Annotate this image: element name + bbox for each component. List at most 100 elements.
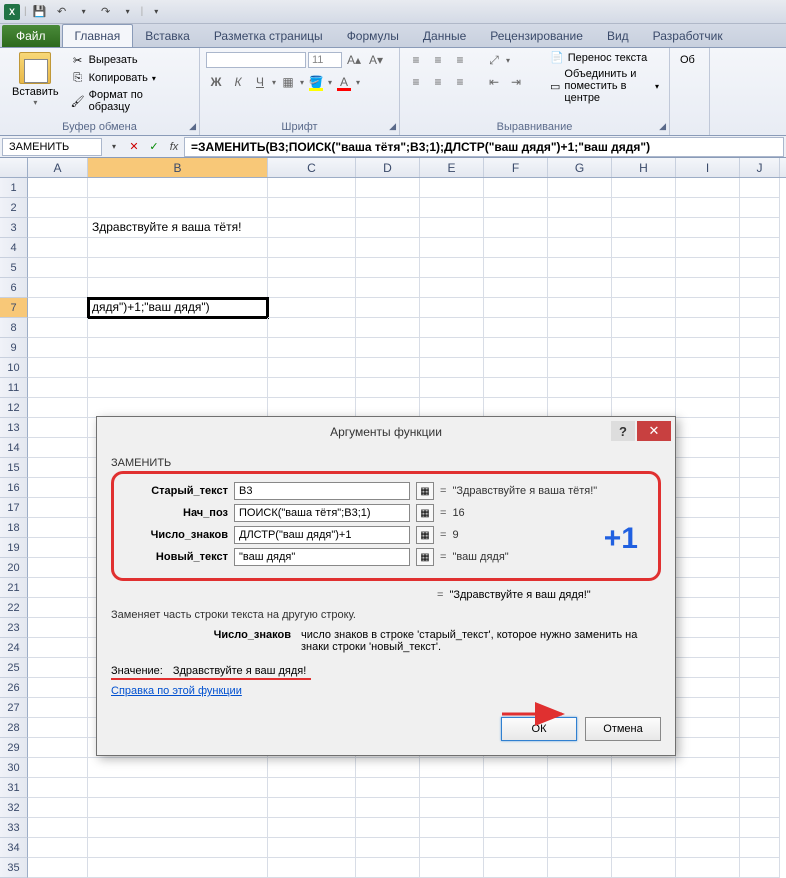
font-size-select[interactable] [308,52,342,68]
cell-A34[interactable] [28,838,88,858]
cell-E8[interactable] [420,318,484,338]
cell-C3[interactable] [268,218,356,238]
cell-A24[interactable] [28,638,88,658]
cell-C9[interactable] [268,338,356,358]
cell-J28[interactable] [740,718,780,738]
cell-B4[interactable] [88,238,268,258]
cell-J26[interactable] [740,678,780,698]
cell-B6[interactable] [88,278,268,298]
cell-C30[interactable] [268,758,356,778]
cell-J3[interactable] [740,218,780,238]
name-box[interactable] [2,138,102,156]
wrap-text-button[interactable]: 📄 Перенос текста [546,50,663,65]
dialog-help-button[interactable]: ? [611,421,635,441]
cell-A31[interactable] [28,778,88,798]
cell-I28[interactable] [676,718,740,738]
cell-E33[interactable] [420,818,484,838]
row-header-29[interactable]: 29 [0,738,28,758]
cell-D10[interactable] [356,358,420,378]
borders-button[interactable]: ▦ [278,72,298,92]
cell-B2[interactable] [88,198,268,218]
cell-A6[interactable] [28,278,88,298]
cell-J5[interactable] [740,258,780,278]
cell-I15[interactable] [676,458,740,478]
cell-E34[interactable] [420,838,484,858]
cell-G7[interactable] [548,298,612,318]
cell-B10[interactable] [88,358,268,378]
format-painter-button[interactable]: 🖌 Формат по образцу [69,88,189,114]
cell-B35[interactable] [88,858,268,878]
cell-D5[interactable] [356,258,420,278]
cell-G8[interactable] [548,318,612,338]
dialog-titlebar[interactable]: Аргументы функции ? ✕ [97,417,675,447]
merge-center-button[interactable]: ▭ Объединить и поместить в центре ▾ [546,67,663,105]
select-all-corner[interactable] [0,158,28,177]
italic-button[interactable]: К [228,72,248,92]
row-header-9[interactable]: 9 [0,338,28,358]
cell-H9[interactable] [612,338,676,358]
cell-J12[interactable] [740,398,780,418]
cell-I34[interactable] [676,838,740,858]
cell-A3[interactable] [28,218,88,238]
formula-cancel-button[interactable]: ✕ [124,138,144,156]
cell-E4[interactable] [420,238,484,258]
range-selector-button[interactable]: ▦ [416,548,434,566]
bold-button[interactable]: Ж [206,72,226,92]
align-left-button[interactable]: ≡ [406,72,426,92]
cell-A27[interactable] [28,698,88,718]
cell-A17[interactable] [28,498,88,518]
cell-G10[interactable] [548,358,612,378]
row-header-33[interactable]: 33 [0,818,28,838]
decrease-font-button[interactable]: A▾ [366,50,386,70]
cell-J21[interactable] [740,578,780,598]
cut-button[interactable]: ✂ Вырезать [69,52,189,68]
cell-F8[interactable] [484,318,548,338]
borders-dropdown[interactable]: ▾ [300,78,304,87]
cell-H6[interactable] [612,278,676,298]
copy-dropdown[interactable]: ▾ [152,74,156,83]
cell-D7[interactable] [356,298,420,318]
cell-G35[interactable] [548,858,612,878]
cell-J1[interactable] [740,178,780,198]
cell-A13[interactable] [28,418,88,438]
cell-J30[interactable] [740,758,780,778]
cell-I7[interactable] [676,298,740,318]
cell-F30[interactable] [484,758,548,778]
range-selector-button[interactable]: ▦ [416,482,434,500]
row-header-17[interactable]: 17 [0,498,28,518]
row-header-2[interactable]: 2 [0,198,28,218]
cell-D3[interactable] [356,218,420,238]
cell-A10[interactable] [28,358,88,378]
row-header-1[interactable]: 1 [0,178,28,198]
function-help-link[interactable]: Справка по этой функции [111,685,242,697]
cell-F12[interactable] [484,398,548,418]
cell-J9[interactable] [740,338,780,358]
cell-I11[interactable] [676,378,740,398]
cell-A1[interactable] [28,178,88,198]
cell-J8[interactable] [740,318,780,338]
cell-I32[interactable] [676,798,740,818]
cell-I35[interactable] [676,858,740,878]
cell-B9[interactable] [88,338,268,358]
cell-A2[interactable] [28,198,88,218]
column-header-A[interactable]: A [28,158,88,177]
cell-J17[interactable] [740,498,780,518]
align-right-button[interactable]: ≡ [450,72,470,92]
align-center-button[interactable]: ≡ [428,72,448,92]
cell-G30[interactable] [548,758,612,778]
align-top-button[interactable]: ≡ [406,50,426,70]
cell-E11[interactable] [420,378,484,398]
orientation-button[interactable]: ⤢ [484,50,504,70]
cell-H11[interactable] [612,378,676,398]
cell-J33[interactable] [740,818,780,838]
tab-formulas[interactable]: Формулы [335,25,411,47]
row-header-22[interactable]: 22 [0,598,28,618]
cell-D4[interactable] [356,238,420,258]
underline-button[interactable]: Ч [250,72,270,92]
cell-D6[interactable] [356,278,420,298]
cell-F34[interactable] [484,838,548,858]
cell-H8[interactable] [612,318,676,338]
cell-B1[interactable] [88,178,268,198]
row-header-14[interactable]: 14 [0,438,28,458]
decrease-indent-button[interactable]: ⇤ [484,72,504,92]
